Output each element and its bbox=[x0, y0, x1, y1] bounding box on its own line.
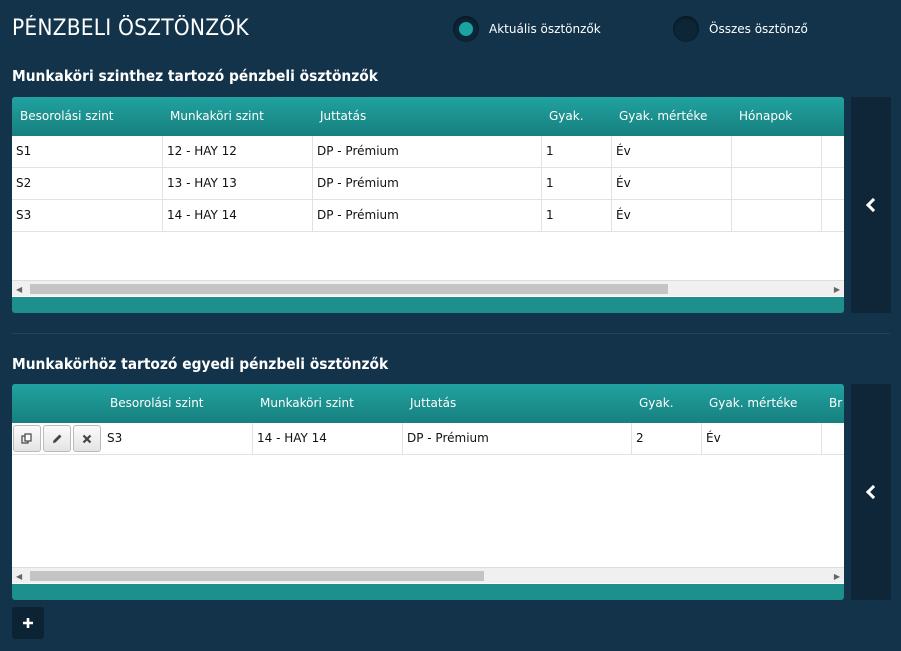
pencil-icon bbox=[53, 434, 62, 443]
cell-gyak-mertek: Év bbox=[612, 136, 732, 167]
col-header-munkakori[interactable]: Munkaköri szint bbox=[170, 109, 264, 123]
col-header-br[interactable]: Br bbox=[829, 396, 842, 410]
delete-button[interactable] bbox=[73, 425, 101, 452]
cell-gyak: 2 bbox=[632, 423, 702, 454]
grid-body: S1 12 - HAY 12 DP - Prémium 1 Év S2 13 -… bbox=[12, 136, 844, 297]
grid-body: S3 14 - HAY 14 DP - Prémium 2 Év ◀ ▶ bbox=[12, 423, 844, 584]
scroll-thumb[interactable] bbox=[30, 571, 484, 581]
table-row[interactable]: S3 14 - HAY 14 DP - Prémium 2 Év bbox=[12, 423, 844, 455]
radio-selected-icon bbox=[453, 16, 479, 42]
chevron-left-icon bbox=[865, 197, 881, 213]
section2-panel-toggle[interactable] bbox=[851, 384, 891, 600]
grid-header: Besorolási szint Munkaköri szint Juttatá… bbox=[12, 384, 844, 423]
cell-gyak: 1 bbox=[542, 136, 612, 167]
table-row[interactable]: S3 14 - HAY 14 DP - Prémium 1 Év bbox=[12, 200, 844, 232]
filter-all-radio[interactable]: Összes ösztönző bbox=[673, 16, 808, 42]
cell-besorolasi: S2 bbox=[12, 168, 163, 199]
section2-title: Munkakörhöz tartozó egyedi pénzbeli öszt… bbox=[12, 355, 389, 373]
section-divider bbox=[12, 333, 890, 334]
custom-incentives-grid: Besorolási szint Munkaköri szint Juttatá… bbox=[12, 384, 844, 600]
row-actions bbox=[12, 423, 103, 454]
cell-honapok bbox=[732, 168, 822, 199]
cell-munkakori: 13 - HAY 13 bbox=[163, 168, 313, 199]
cell-gyak-mertek: Év bbox=[612, 168, 732, 199]
scroll-left-icon[interactable]: ◀ bbox=[16, 285, 22, 294]
scroll-thumb[interactable] bbox=[30, 284, 668, 294]
table-row[interactable]: S1 12 - HAY 12 DP - Prémium 1 Év bbox=[12, 136, 844, 168]
filter-all-label: Összes ösztönző bbox=[709, 22, 808, 36]
cell-juttatas: DP - Prémium bbox=[403, 423, 632, 454]
col-header-juttatas[interactable]: Juttatás bbox=[320, 109, 366, 123]
col-header-gyak-mertek[interactable]: Gyak. mértéke bbox=[709, 396, 797, 410]
scroll-left-icon[interactable]: ◀ bbox=[16, 572, 22, 581]
col-header-gyak[interactable]: Gyak. bbox=[639, 396, 674, 410]
cell-munkakori: 14 - HAY 14 bbox=[163, 200, 313, 231]
section1-panel-toggle[interactable] bbox=[851, 97, 891, 313]
cell-gyak: 1 bbox=[542, 200, 612, 231]
scroll-right-icon[interactable]: ▶ bbox=[834, 572, 840, 581]
filter-current-label: Aktuális ösztönzők bbox=[489, 22, 601, 36]
copy-button[interactable] bbox=[13, 425, 41, 452]
chevron-left-icon bbox=[865, 484, 881, 500]
cell-honapok bbox=[732, 136, 822, 167]
edit-button[interactable] bbox=[43, 425, 71, 452]
cell-juttatas: DP - Prémium bbox=[313, 200, 542, 231]
cell-munkakori: 12 - HAY 12 bbox=[163, 136, 313, 167]
close-icon bbox=[82, 434, 92, 443]
section1-title: Munkaköri szinthez tartozó pénzbeli öszt… bbox=[12, 67, 378, 85]
cell-besorolasi: S3 bbox=[103, 423, 253, 454]
plus-icon bbox=[23, 618, 33, 628]
page-title: PÉNZBELI ÖSZTÖNZŐK bbox=[12, 16, 249, 41]
table-row[interactable]: S2 13 - HAY 13 DP - Prémium 1 Év bbox=[12, 168, 844, 200]
col-header-honapok[interactable]: Hónapok bbox=[739, 109, 792, 123]
cell-besorolasi: S3 bbox=[12, 200, 163, 231]
add-incentive-button[interactable] bbox=[12, 607, 44, 639]
col-header-gyak-mertek[interactable]: Gyak. mértéke bbox=[619, 109, 707, 123]
level-incentives-grid: Besorolási szint Munkaköri szint Juttatá… bbox=[12, 97, 844, 313]
cell-br bbox=[822, 423, 844, 454]
filter-current-radio[interactable]: Aktuális ösztönzők bbox=[453, 16, 601, 42]
cell-gyak-mertek: Év bbox=[702, 423, 822, 454]
radio-unselected-icon bbox=[673, 16, 699, 42]
copy-icon bbox=[21, 432, 32, 444]
col-header-munkakori[interactable]: Munkaköri szint bbox=[260, 396, 354, 410]
cell-gyak-mertek: Év bbox=[612, 200, 732, 231]
cell-munkakori: 14 - HAY 14 bbox=[253, 423, 403, 454]
cell-juttatas: DP - Prémium bbox=[313, 168, 542, 199]
cell-honapok bbox=[732, 200, 822, 231]
col-header-juttatas[interactable]: Juttatás bbox=[410, 396, 456, 410]
cell-gyak: 1 bbox=[542, 168, 612, 199]
col-header-besorolasi[interactable]: Besorolási szint bbox=[20, 109, 114, 123]
cell-juttatas: DP - Prémium bbox=[313, 136, 542, 167]
grid-header: Besorolási szint Munkaköri szint Juttatá… bbox=[12, 97, 844, 136]
scroll-right-icon[interactable]: ▶ bbox=[834, 285, 840, 294]
cell-besorolasi: S1 bbox=[12, 136, 163, 167]
col-header-besorolasi[interactable]: Besorolási szint bbox=[110, 396, 204, 410]
horizontal-scrollbar[interactable]: ◀ ▶ bbox=[12, 280, 844, 296]
col-header-gyak[interactable]: Gyak. bbox=[549, 109, 584, 123]
horizontal-scrollbar[interactable]: ◀ ▶ bbox=[12, 567, 844, 583]
